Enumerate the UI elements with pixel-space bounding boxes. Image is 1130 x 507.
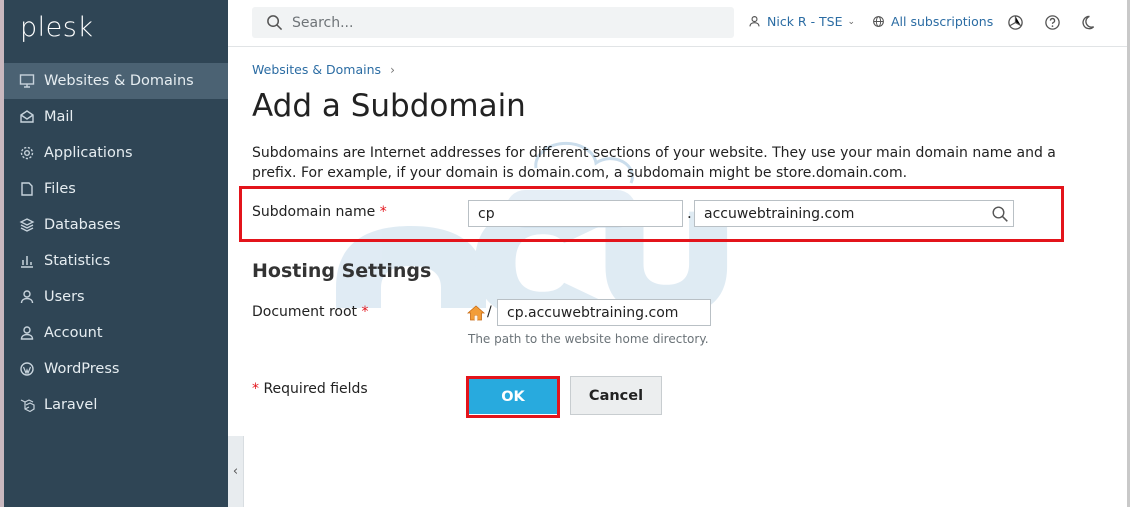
sidebar-item-label: WordPress	[44, 361, 120, 377]
sidebar-item-label: Websites & Domains	[44, 73, 194, 89]
sidebar-item-label: Statistics	[44, 253, 111, 269]
file-icon	[18, 180, 36, 198]
required-mark: *	[379, 204, 387, 220]
breadcrumb-link-websites-domains[interactable]: Websites & Domains	[252, 62, 381, 77]
sidebar-item-label: Databases	[44, 217, 121, 233]
required-mark: *	[361, 304, 369, 320]
cube-icon[interactable]	[1006, 13, 1024, 31]
chevron-right-icon: ›	[390, 62, 395, 77]
logo-text: plesk	[20, 12, 94, 43]
required-fields-text: Required fields	[263, 381, 368, 397]
user-menu[interactable]: Nick R - TSE ⌄	[748, 14, 855, 29]
plesk-logo[interactable]: plesk	[20, 12, 93, 43]
cancel-button[interactable]: Cancel	[570, 376, 662, 415]
sidebar-item-databases[interactable]: Databases	[4, 207, 228, 243]
gear-icon	[18, 144, 36, 162]
monitor-icon	[18, 72, 36, 90]
search-box[interactable]	[252, 7, 734, 38]
search-icon[interactable]	[991, 205, 1009, 223]
subdomain-name-label-text: Subdomain name	[252, 204, 376, 220]
user-icon	[18, 288, 36, 306]
domain-separator-dot: .	[687, 204, 692, 222]
document-root-label: Document root *	[252, 304, 369, 320]
account-icon	[18, 324, 36, 342]
document-root-field[interactable]	[497, 299, 711, 326]
sidebar-item-applications[interactable]: Applications	[4, 135, 228, 171]
sidebar-item-label: Account	[44, 325, 103, 341]
user-menu-label: Nick R - TSE	[767, 14, 843, 29]
subscriptions-label: All subscriptions	[891, 14, 994, 29]
sidebar-item-users[interactable]: Users	[4, 279, 228, 315]
document-root-label-text: Document root	[252, 304, 358, 320]
document-root-hint: The path to the website home directory.	[468, 332, 709, 346]
sidebar-item-websites-domains[interactable]: Websites & Domains	[4, 63, 228, 99]
sidebar-item-label: Users	[44, 289, 85, 305]
globe-icon	[873, 16, 884, 27]
chevron-down-icon: ⌄	[847, 16, 856, 27]
user-icon	[749, 16, 760, 27]
sidebar-item-label: Mail	[44, 109, 74, 125]
page-title: Add a Subdomain	[252, 88, 526, 124]
required-mark: *	[252, 381, 259, 397]
parent-domain-field[interactable]	[694, 200, 1014, 227]
home-icon	[467, 305, 485, 321]
hosting-settings-title: Hosting Settings	[252, 260, 432, 282]
page-description: Subdomains are Internet addresses for di…	[252, 145, 1056, 181]
sidebar-item-files[interactable]: Files	[4, 171, 228, 207]
laravel-icon	[18, 396, 36, 414]
search-input[interactable]	[292, 14, 692, 31]
ok-button[interactable]: OK	[469, 379, 557, 414]
sidebar-item-label: Laravel	[44, 397, 98, 413]
document-root-slash: /	[487, 304, 492, 320]
bar-chart-icon	[18, 252, 36, 270]
sidebar-item-laravel[interactable]: Laravel	[4, 387, 228, 423]
sidebar-item-account[interactable]: Account	[4, 315, 228, 351]
breadcrumb: Websites & Domains ›	[252, 62, 395, 77]
required-fields-note: * Required fields	[252, 381, 368, 397]
sidebar-item-wordpress[interactable]: WordPress	[4, 351, 228, 387]
sidebar-item-mail[interactable]: Mail	[4, 99, 228, 135]
sidebar: plesk Websites & Domains Mail Applicatio…	[4, 0, 228, 507]
sidebar-item-statistics[interactable]: Statistics	[4, 243, 228, 279]
sidebar-collapse-button[interactable]: ‹	[228, 436, 244, 507]
subdomain-name-label: Subdomain name *	[252, 204, 387, 220]
database-icon	[18, 216, 36, 234]
mail-icon	[18, 108, 36, 126]
sidebar-item-label: Files	[44, 181, 76, 197]
sidebar-item-label: Applications	[44, 145, 133, 161]
help-icon[interactable]	[1043, 13, 1061, 31]
chevron-left-icon: ‹	[232, 464, 239, 479]
sidebar-nav: Websites & Domains Mail Applications Fil…	[4, 63, 228, 423]
search-icon	[267, 15, 283, 31]
subdomain-field[interactable]	[468, 200, 683, 227]
parent-domain-input[interactable]	[704, 205, 1013, 222]
subdomain-input[interactable]	[478, 205, 682, 222]
subscriptions-selector[interactable]: All subscriptions	[872, 14, 993, 29]
wordpress-icon	[18, 360, 36, 378]
document-root-input[interactable]	[507, 304, 710, 321]
moon-icon[interactable]	[1078, 13, 1096, 31]
top-bar: Nick R - TSE ⌄ All subscriptions	[228, 0, 1127, 47]
